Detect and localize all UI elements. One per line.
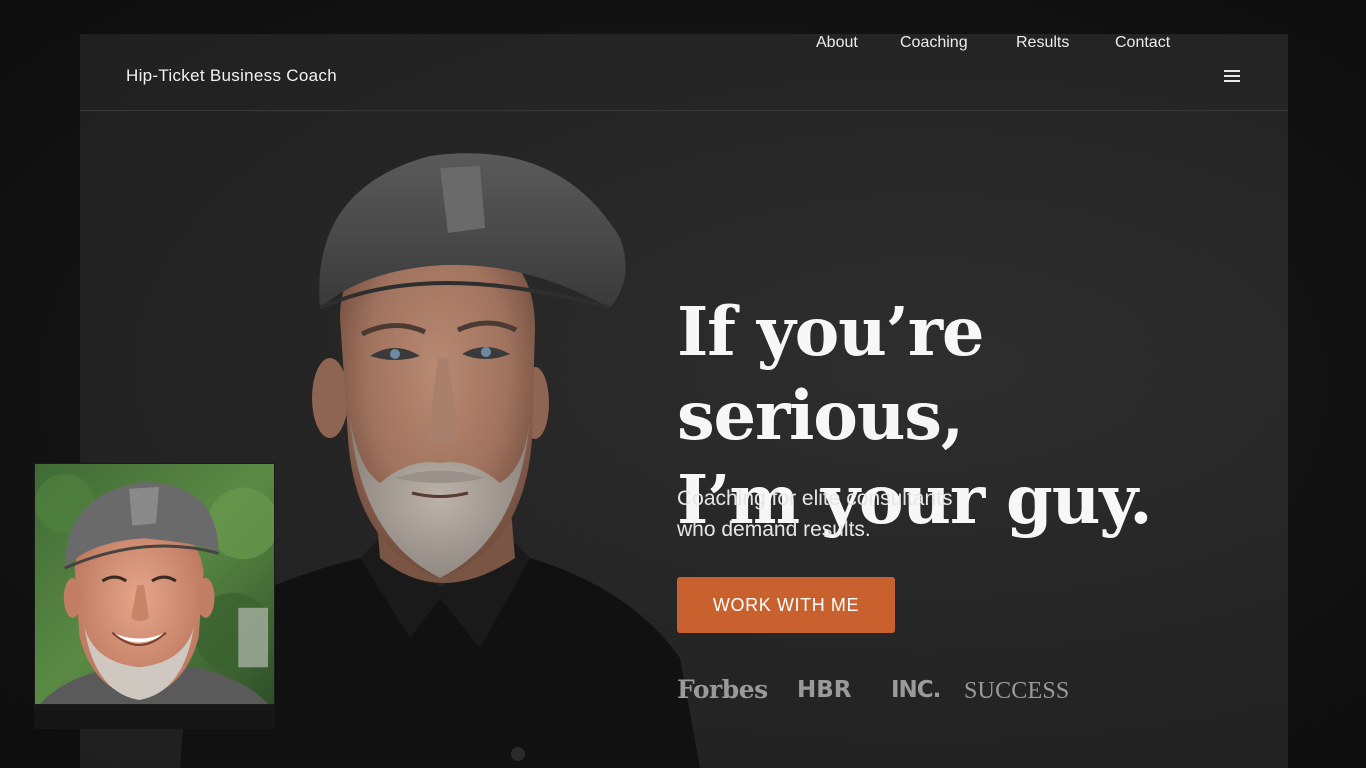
- coach-smiling-photo: [34, 463, 275, 705]
- hamburger-menu-icon[interactable]: [1224, 70, 1240, 82]
- work-with-me-button[interactable]: WORK WITH ME: [677, 577, 895, 633]
- subhead-line-2: who demand results.: [677, 518, 871, 541]
- nav-coaching[interactable]: Coaching: [900, 34, 968, 52]
- nav-contact[interactable]: Contact: [1115, 34, 1170, 52]
- hero-subheading: Coaching for elite consultants who deman…: [677, 483, 1077, 545]
- inc-logo: INC.: [891, 677, 941, 703]
- forbes-logo: Forbes: [677, 675, 768, 704]
- hbr-logo: HBR: [797, 677, 852, 703]
- inset-photo-shadow: [34, 705, 275, 729]
- brand-logo[interactable]: Hip-Ticket Business Coach: [126, 66, 337, 86]
- subhead-line-1: Coaching for elite consultants: [677, 487, 953, 510]
- success-logo: SUCCESS: [964, 678, 1070, 704]
- site-header: Hip-Ticket Business Coach About Coaching…: [80, 34, 1288, 111]
- nav-results[interactable]: Results: [1016, 34, 1069, 52]
- headline-line-1: If you’re serious,: [677, 292, 984, 455]
- press-logos: Forbes HBR INC. SUCCESS: [677, 674, 1097, 710]
- nav-about[interactable]: About: [816, 34, 858, 52]
